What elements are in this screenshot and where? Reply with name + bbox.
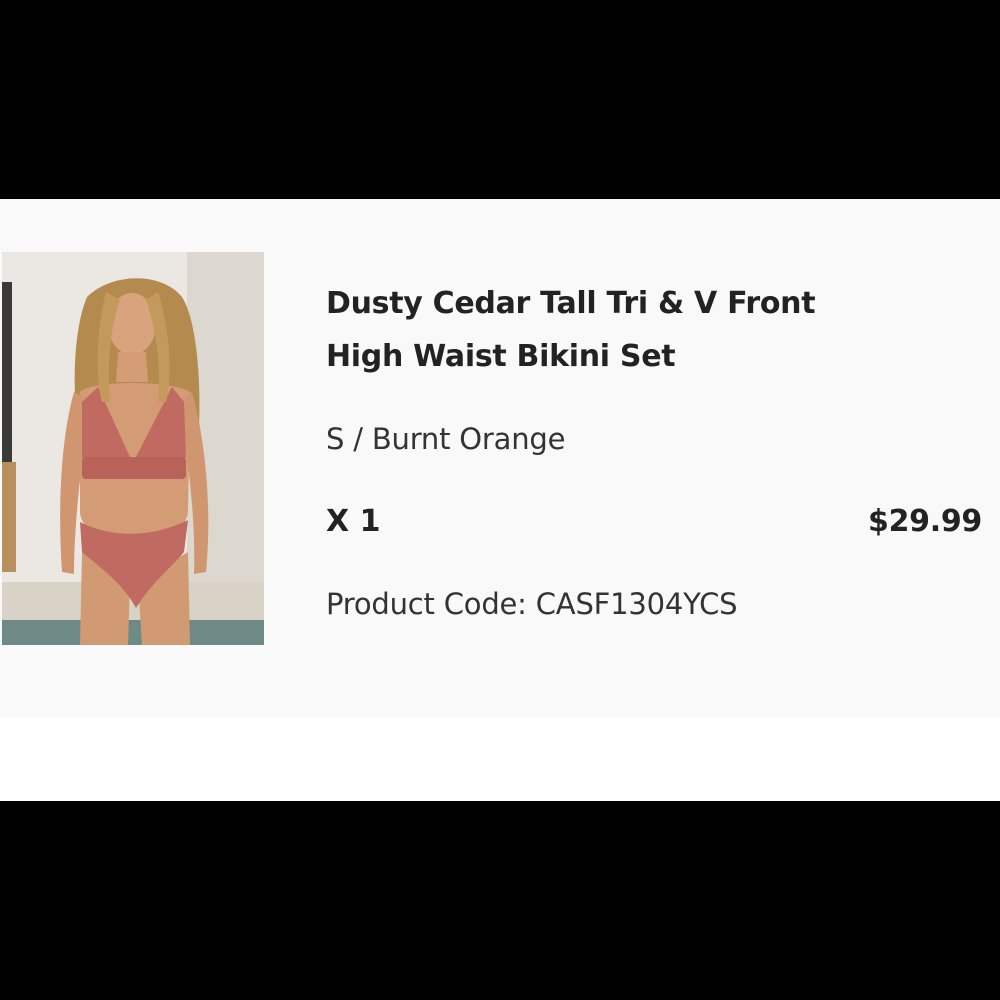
letterbox-bottom xyxy=(0,801,1000,1000)
price-label: $29.99 xyxy=(868,504,982,539)
quantity-label: X 1 xyxy=(326,504,381,539)
product-code: Product Code: CASF1304YCS xyxy=(326,587,738,621)
product-title-line-2: High Waist Bikini Set xyxy=(326,339,676,374)
product-variant: S / Burnt Orange xyxy=(326,422,566,456)
product-image[interactable] xyxy=(2,252,264,645)
product-title-line-1: Dusty Cedar Tall Tri & V Front xyxy=(326,286,816,321)
cart-line-item: Dusty Cedar Tall Tri & V Front High Wais… xyxy=(0,199,1000,718)
order-screen: Dusty Cedar Tall Tri & V Front High Wais… xyxy=(0,199,1000,801)
product-title[interactable]: Dusty Cedar Tall Tri & V Front High Wais… xyxy=(326,277,866,383)
letterbox-top xyxy=(0,0,1000,199)
